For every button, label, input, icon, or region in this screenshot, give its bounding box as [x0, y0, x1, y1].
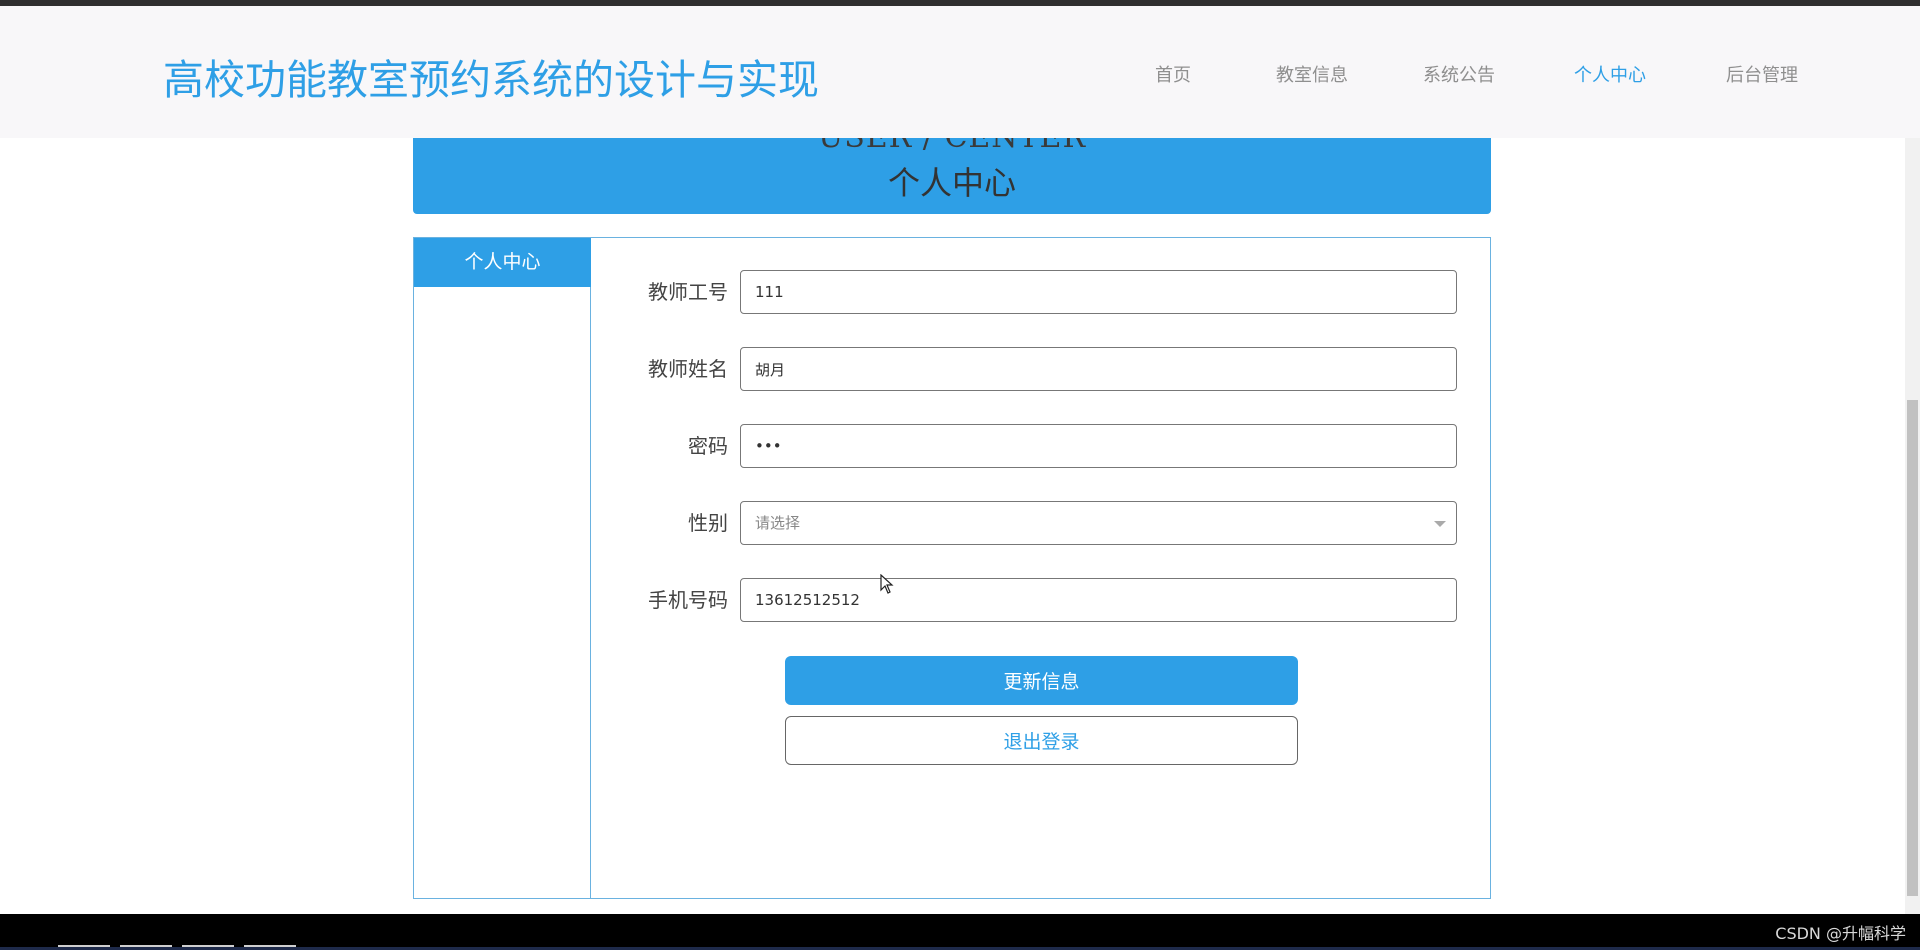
banner-title-en: USER / CENTER: [413, 138, 1491, 155]
teacher-id-input[interactable]: [740, 270, 1457, 314]
watermark: CSDN @升幅科学: [1775, 924, 1906, 943]
gender-label: 性别: [688, 511, 728, 535]
teacher-id-label: 教师工号: [648, 280, 728, 304]
navbar: 高校功能教室预约系统的设计与实现 首页 教室信息 系统公告 个人中心 后台管理: [0, 6, 1920, 138]
sidebar: 个人中心: [414, 238, 591, 898]
bottom-bar: CSDN @升幅科学: [0, 914, 1920, 950]
sidebar-item-user-center[interactable]: 个人中心: [414, 238, 591, 287]
taskbar-item[interactable]: [244, 945, 296, 947]
logout-button[interactable]: 退出登录: [785, 716, 1298, 765]
scrollbar-thumb[interactable]: [1907, 400, 1918, 896]
profile-form: 教师工号 教师姓名 密码 性别 请选择 手机号码 更新信息 退出登录: [592, 238, 1490, 898]
form-row-password: 密码: [592, 424, 1490, 468]
form-row-teacher-name: 教师姓名: [592, 347, 1490, 391]
chevron-down-icon: [1434, 521, 1446, 527]
password-input[interactable]: [740, 424, 1457, 468]
form-row-teacher-id: 教师工号: [592, 270, 1490, 314]
nav-item-admin[interactable]: 后台管理: [1726, 61, 1806, 87]
teacher-name-label: 教师姓名: [648, 357, 728, 381]
password-label: 密码: [688, 434, 728, 458]
taskbar-item[interactable]: [182, 945, 234, 947]
form-row-phone: 手机号码: [592, 578, 1490, 622]
form-row-gender: 性别 请选择: [592, 501, 1490, 545]
site-title[interactable]: 高校功能教室预约系统的设计与实现: [163, 46, 819, 106]
gender-select-placeholder: 请选择: [755, 514, 801, 532]
banner-title-cn: 个人中心: [887, 164, 1016, 202]
nav-item-announcements[interactable]: 系统公告: [1423, 61, 1574, 87]
update-info-button[interactable]: 更新信息: [785, 656, 1298, 705]
nav-item-classroom-info[interactable]: 教室信息: [1276, 61, 1423, 87]
taskbar-item[interactable]: [120, 945, 172, 947]
taskbar-item[interactable]: [58, 945, 110, 947]
nav-links: 首页 教室信息 系统公告 个人中心 后台管理: [1155, 61, 1806, 87]
page-banner: USER / CENTER 个人中心: [413, 138, 1491, 214]
nav-item-user-center[interactable]: 个人中心: [1574, 61, 1726, 87]
teacher-name-input[interactable]: [740, 347, 1457, 391]
user-center-panel: 个人中心 教师工号 教师姓名 密码 性别 请选择 手机号码 更新信息 退出登录: [413, 237, 1491, 899]
phone-input[interactable]: [740, 578, 1457, 622]
gender-select[interactable]: 请选择: [740, 501, 1457, 545]
mouse-cursor-icon: [880, 574, 894, 594]
phone-label: 手机号码: [648, 588, 728, 612]
nav-item-home[interactable]: 首页: [1155, 61, 1276, 87]
